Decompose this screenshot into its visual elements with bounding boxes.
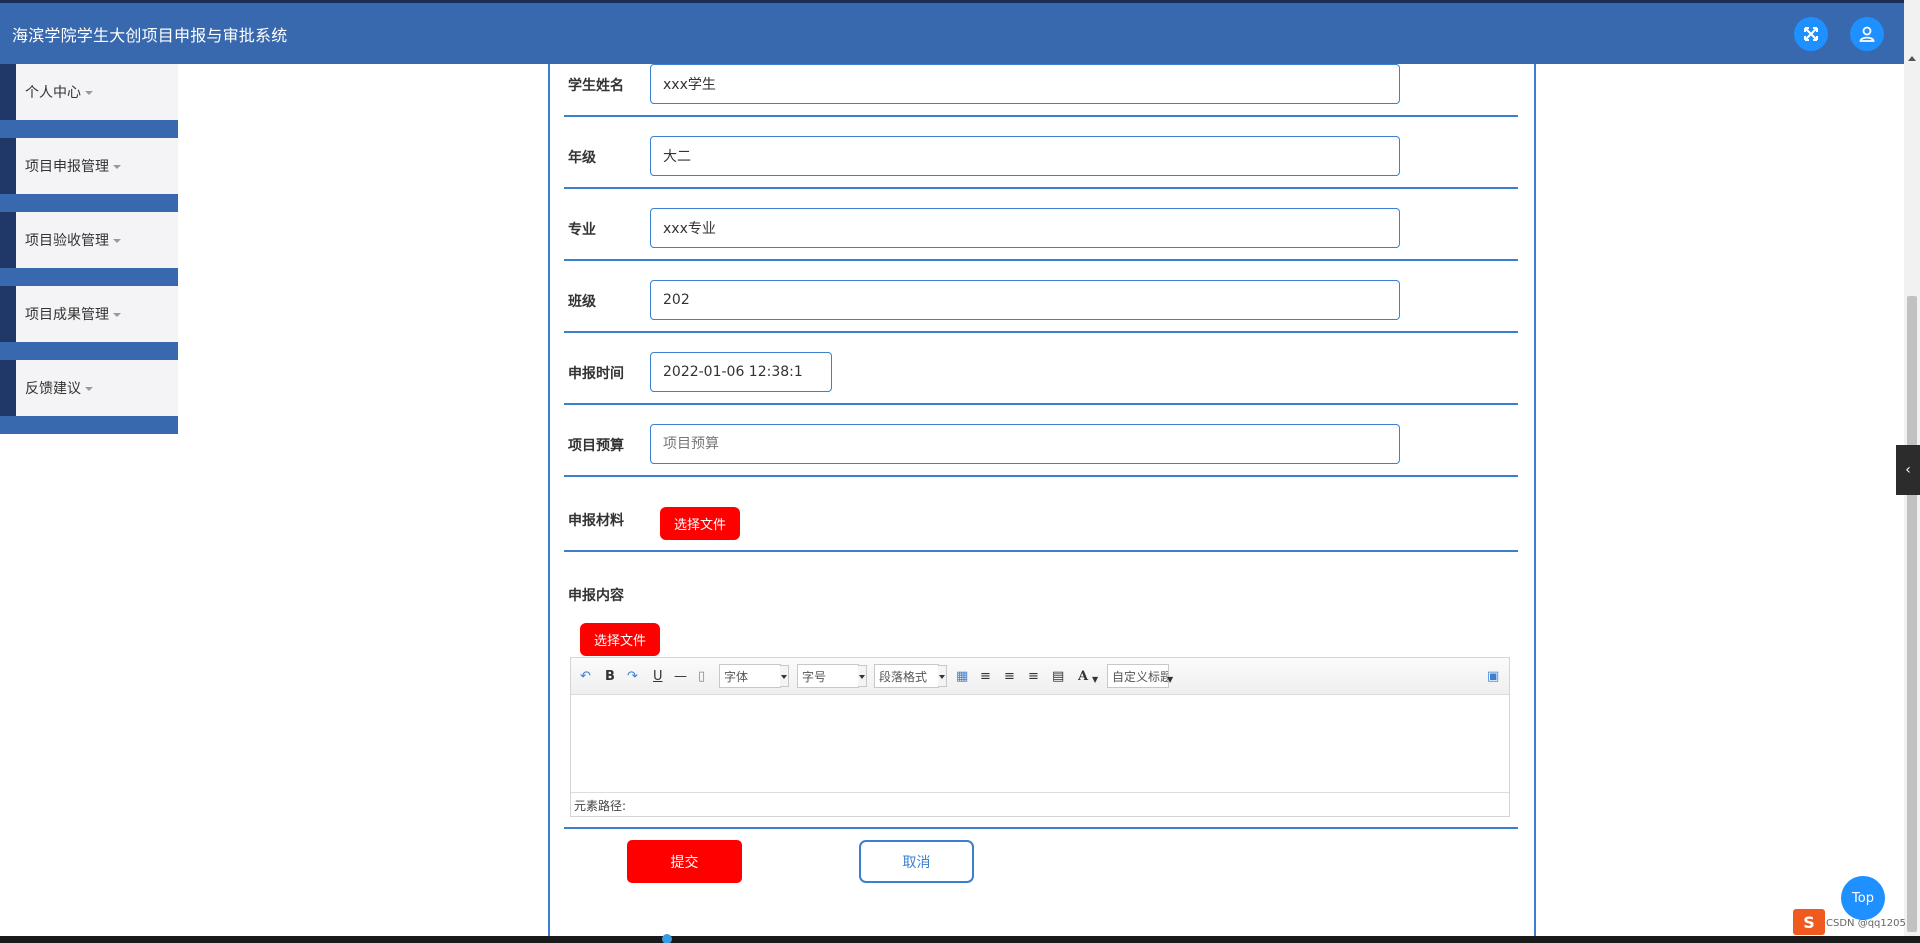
- form-row-material: 申报材料 选择文件: [564, 477, 1518, 552]
- content-choose-file-button[interactable]: 选择文件: [580, 623, 660, 656]
- field-label: 申报材料: [568, 513, 624, 529]
- field-label: 年级: [568, 150, 596, 166]
- scroll-up-icon: [1908, 56, 1916, 61]
- cancel-button[interactable]: 取消: [859, 840, 974, 883]
- field-label: 专业: [568, 222, 596, 238]
- sidebar-divider: [0, 120, 178, 138]
- sidebar: 个人中心 项目申报管理 项目验收管理 项目成果管理 反馈建议: [0, 64, 178, 434]
- watermark-text: CSDN @qq1205: [1826, 918, 1906, 929]
- custom-title-select[interactable]: 自定义标题: [1107, 664, 1169, 688]
- caret-down-icon: [113, 165, 121, 169]
- align-right-icon[interactable]: ≡: [1004, 669, 1015, 685]
- field-label: 项目预算: [568, 438, 624, 454]
- redo-icon[interactable]: ↷: [627, 669, 638, 685]
- form-row-class: 班级: [564, 261, 1518, 333]
- caret-down-icon: [85, 91, 93, 95]
- chevron-left-icon: ‹: [1905, 462, 1911, 478]
- sidebar-item-label: 项目验收管理: [25, 233, 109, 249]
- bottom-edge: [0, 936, 1920, 943]
- sidebar-item-label: 项目成果管理: [25, 307, 109, 323]
- sidebar-item-project-results[interactable]: 项目成果管理: [0, 286, 178, 342]
- field-label: 申报时间: [568, 366, 624, 382]
- underline-button[interactable]: U: [653, 669, 663, 685]
- dropdown-arrow-icon: [858, 665, 867, 687]
- grade-input[interactable]: [650, 136, 1400, 176]
- align-justify-icon[interactable]: ▤: [1052, 669, 1064, 685]
- material-choose-file-button[interactable]: 选择文件: [660, 507, 740, 540]
- panel-collapse-tab[interactable]: ‹: [1896, 445, 1920, 495]
- table-icon[interactable]: ▦: [956, 669, 968, 685]
- dropdown-arrow-icon: [780, 665, 789, 687]
- rich-text-editor: ↶ B ↷ U — ▯ 字体 字号 段落格式 ▦ ≡ ≡ ≡ ▤ A ▼ 自定义…: [570, 657, 1510, 817]
- app-title: 海滨学院学生大创项目申报与审批系统: [12, 26, 288, 45]
- form-row-budget: 项目预算: [564, 405, 1518, 477]
- editor-toolbar: ↶ B ↷ U — ▯ 字体 字号 段落格式 ▦ ≡ ≡ ≡ ▤ A ▼ 自定义…: [571, 658, 1509, 695]
- document-icon[interactable]: ▯: [698, 669, 705, 685]
- user-icon: [1859, 26, 1875, 42]
- sidebar-item-label: 个人中心: [25, 85, 81, 101]
- field-label: 申报内容: [568, 588, 624, 604]
- paragraph-format-select[interactable]: 段落格式: [874, 664, 947, 688]
- caret-down-icon: [113, 239, 121, 243]
- custom-title-value: 自定义标题: [1112, 670, 1169, 684]
- editor-status-bar: 元素路径:: [571, 792, 1509, 816]
- sidebar-divider: [0, 342, 178, 360]
- top-header: 海滨学院学生大创项目申报与审批系统: [0, 0, 1904, 64]
- field-label: 班级: [568, 294, 596, 310]
- sidebar-item-feedback[interactable]: 反馈建议: [0, 360, 178, 416]
- fullscreen-button[interactable]: [1794, 17, 1828, 51]
- sidebar-item-project-acceptance[interactable]: 项目验收管理: [0, 212, 178, 268]
- sidebar-divider: [0, 268, 178, 286]
- sidebar-item-label: 反馈建议: [25, 381, 81, 397]
- form-row-apply-time: 申报时间: [564, 333, 1518, 405]
- scroll-indicator-dot: [662, 934, 672, 943]
- sidebar-item-project-application[interactable]: 项目申报管理: [0, 138, 178, 194]
- caret-down-icon: [85, 387, 93, 391]
- horizontal-rule-icon[interactable]: —: [674, 669, 687, 685]
- undo-icon[interactable]: ↶: [580, 669, 591, 685]
- paragraph-format-value: 段落格式: [879, 670, 928, 684]
- sidebar-item-label: 项目申报管理: [25, 159, 109, 175]
- font-size-value: 字号: [802, 670, 827, 684]
- field-label: 学生姓名: [568, 78, 624, 94]
- dropdown-arrow-icon: [938, 665, 947, 687]
- major-input[interactable]: [650, 208, 1400, 248]
- form-row-grade: 年级: [564, 117, 1518, 189]
- font-family-select[interactable]: 字体: [719, 664, 789, 688]
- submit-button[interactable]: 提交: [627, 840, 742, 883]
- font-family-value: 字体: [724, 670, 749, 684]
- expand-icon: [1804, 27, 1818, 41]
- apply-time-input[interactable]: [650, 352, 832, 392]
- editor-content-area[interactable]: [571, 695, 1509, 792]
- font-color-dropdown-icon[interactable]: ▼: [1092, 672, 1098, 688]
- align-left-icon[interactable]: ≡: [980, 669, 991, 685]
- student-name-input[interactable]: [650, 64, 1400, 104]
- form-row-major: 专业: [564, 189, 1518, 261]
- sidebar-divider: [0, 416, 178, 434]
- font-size-select[interactable]: 字号: [797, 664, 867, 688]
- sidebar-divider: [0, 194, 178, 212]
- custom-title-dropdown-icon[interactable]: ▼: [1167, 672, 1173, 688]
- budget-input[interactable]: [650, 424, 1400, 464]
- user-menu-button[interactable]: [1850, 17, 1884, 51]
- font-color-button[interactable]: A: [1078, 669, 1088, 685]
- back-to-top-button[interactable]: Top: [1841, 876, 1885, 920]
- source-code-icon[interactable]: ▣: [1487, 669, 1499, 685]
- align-center-icon[interactable]: ≡: [1028, 669, 1039, 685]
- bold-button[interactable]: B: [605, 669, 615, 685]
- sidebar-item-personal-center[interactable]: 个人中心: [0, 64, 178, 120]
- caret-down-icon: [113, 313, 121, 317]
- ime-logo-icon: S: [1793, 909, 1825, 935]
- class-input[interactable]: [650, 280, 1400, 320]
- form-row-student-name: 学生姓名: [564, 64, 1518, 117]
- scrollbar-thumb[interactable]: [1907, 296, 1917, 932]
